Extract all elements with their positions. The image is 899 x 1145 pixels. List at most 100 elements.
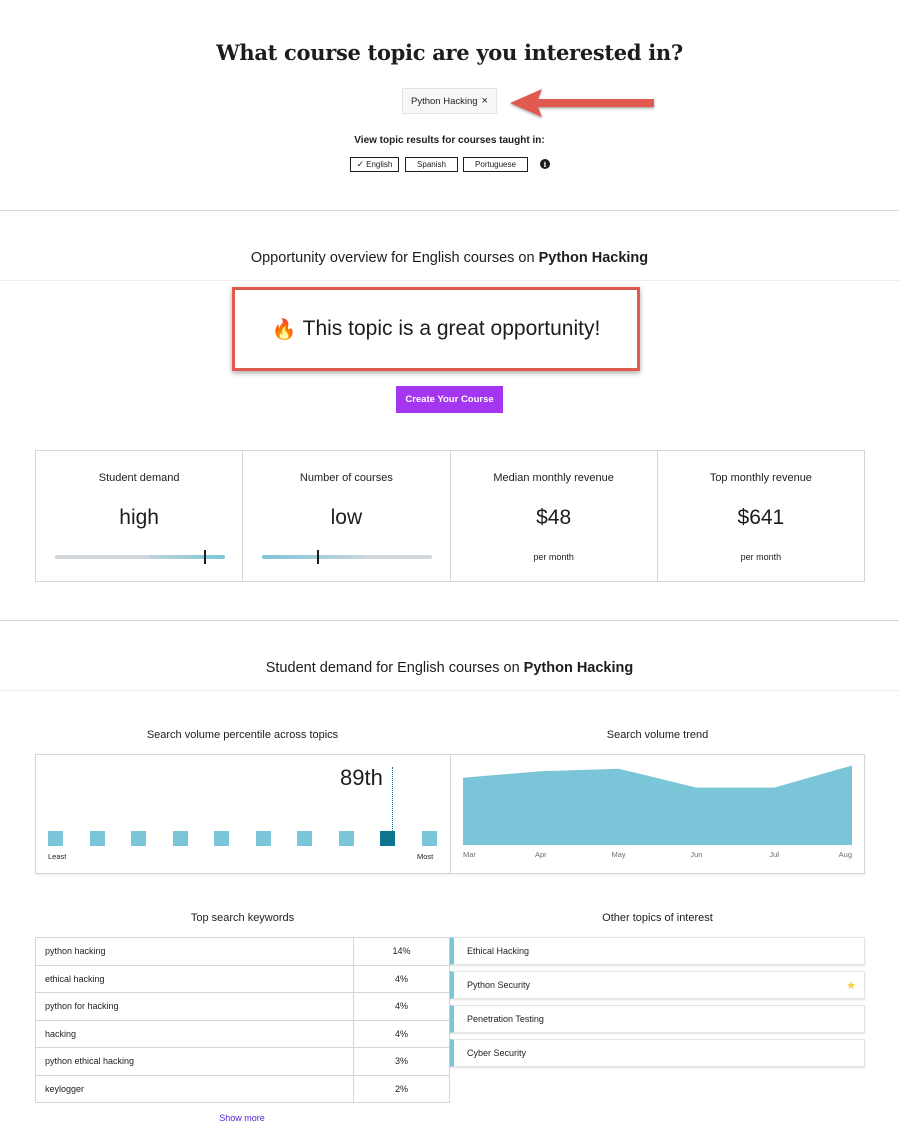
trend-area [463,765,852,845]
keywords-title: Top search keywords [190,912,295,924]
stat-label: Number of courses [299,472,393,484]
page-title: What course topic are you interested in? [216,40,683,65]
gauge-marker [204,550,206,564]
language-english-label: English [366,160,393,169]
stat-sub: per month [740,552,782,562]
language-portuguese-button[interactable]: Portuguese [463,157,528,172]
close-icon[interactable]: × [482,95,488,107]
keyword-cell: python hacking [35,937,354,966]
percentile-square [422,831,437,846]
demand-title: Student demand for English courses on Py… [0,660,899,676]
stat-student-demand: Student demand high [36,451,244,581]
topic-item-label: Ethical Hacking [467,946,530,956]
percentile-square [173,831,188,846]
percentile-square [131,831,146,846]
flame-icon: 🔥 [271,318,297,341]
opportunity-text: This topic is a great opportunity! [302,317,601,340]
month-tick-label: May [612,850,626,859]
month-tick-label: Aug [839,850,852,859]
keywords-table: python hacking 14% ethical hacking 4% pyth… [35,937,450,1103]
month-tick-label: Mar [463,850,476,859]
stat-value: $641 [737,506,785,529]
language-filter-label: View topic results for courses taught in… [354,135,545,146]
section-divider [0,620,899,621]
create-course-button[interactable]: Create Your Course [396,386,503,413]
table-row: ethical hacking 4% [35,965,450,993]
percentile-square [256,831,271,846]
topic-item-cyber-security[interactable]: Cyber Security [450,1039,865,1067]
demand-title-prefix: Student demand for English courses on [265,660,524,676]
stats-panel: Student demand high Number of courses lo… [35,450,865,582]
stat-label: Median monthly revenue [493,472,614,484]
topic-item-python-security[interactable]: Python Security ★ [450,971,865,999]
keyword-pct-cell: 4% [353,992,450,1021]
info-icon[interactable]: i [540,159,550,169]
check-icon: ✓ [356,159,365,169]
table-row: keylogger 2% [35,1075,450,1103]
percentile-square-active [380,831,395,846]
keyword-cell: hacking [35,1020,354,1048]
stat-top-revenue: Top monthly revenue $641 per month [658,451,864,581]
demand-title-topic: Python Hacking [523,660,634,676]
show-more-link[interactable]: Show more [0,1113,484,1123]
opportunity-callout: 🔥 This topic is a great opportunity! [232,287,640,371]
month-tick-label: Apr [535,850,547,859]
topic-item-label: Cyber Security [467,1048,527,1058]
keyword-cell: python ethical hacking [35,1047,354,1076]
overview-title-topic: Python Hacking [538,250,649,266]
keyword-pct-cell: 3% [353,1047,450,1076]
section-divider [0,690,899,691]
overview-title: Opportunity overview for English courses… [0,250,899,266]
language-spanish-label: Spanish [417,160,446,169]
language-portuguese-label: Portuguese [475,160,516,169]
stat-value: low [330,506,363,529]
table-row: python for hacking 4% [35,992,450,1021]
keyword-pct-cell: 2% [353,1075,450,1103]
language-english-button[interactable]: ✓ English [350,157,399,172]
percentile-square [90,831,105,846]
percentile-marker-line [392,767,393,833]
table-row: python ethical hacking 3% [35,1047,450,1076]
stat-label: Student demand [98,472,180,484]
most-label: Most [417,852,434,861]
gauge-marker [317,550,320,564]
stat-number-of-courses: Number of courses low [243,451,451,581]
trend-chart-title: Search volume trend [606,729,709,741]
table-row: python hacking 14% [35,937,450,966]
trend-chart-svg: Mar Apr May Jun Jul Aug [463,765,852,859]
topic-chip-label: Python Hacking [411,95,478,107]
stat-value: $48 [536,506,572,529]
star-icon: ★ [846,980,856,992]
least-label: Least [48,852,67,861]
overview-title-prefix: Opportunity overview for English courses… [250,250,539,266]
percentile-chart: 89th Least Most [35,754,450,874]
keyword-cell: keylogger [35,1075,354,1103]
keyword-pct-cell: 4% [353,1020,450,1048]
stat-median-revenue: Median monthly revenue $48 per month [451,451,658,581]
demand-gauge [55,550,225,564]
keyword-cell: ethical hacking [35,965,354,993]
topic-item-ethical-hacking[interactable]: Ethical Hacking [450,937,865,965]
other-topics-title: Other topics of interest [602,912,713,924]
stat-label: Top monthly revenue [709,472,812,484]
section-divider [0,280,899,281]
gauge-fill [262,555,365,559]
percentile-square [48,831,63,846]
trend-chart: Mar Apr May Jun Jul Aug [450,754,865,874]
language-spanish-button[interactable]: Spanish [405,157,458,172]
stat-sub: per month [533,552,574,562]
keyword-cell: python for hacking [35,992,354,1021]
topic-item-penetration-testing[interactable]: Penetration Testing [450,1005,865,1033]
month-tick-label: Jun [690,850,702,859]
month-tick-label: Jul [769,850,779,859]
percentile-value-label: 89th [340,765,383,790]
keyword-pct-cell: 14% [353,937,450,966]
gauge-fill [149,555,225,559]
courses-gauge [262,550,433,564]
topic-chip[interactable]: Python Hacking × [402,88,497,114]
topic-item-label: Penetration Testing [467,1014,544,1024]
table-row: hacking 4% [35,1020,450,1048]
stat-value: high [119,506,159,529]
percentile-square [297,831,312,846]
keyword-pct-cell: 4% [353,965,450,993]
